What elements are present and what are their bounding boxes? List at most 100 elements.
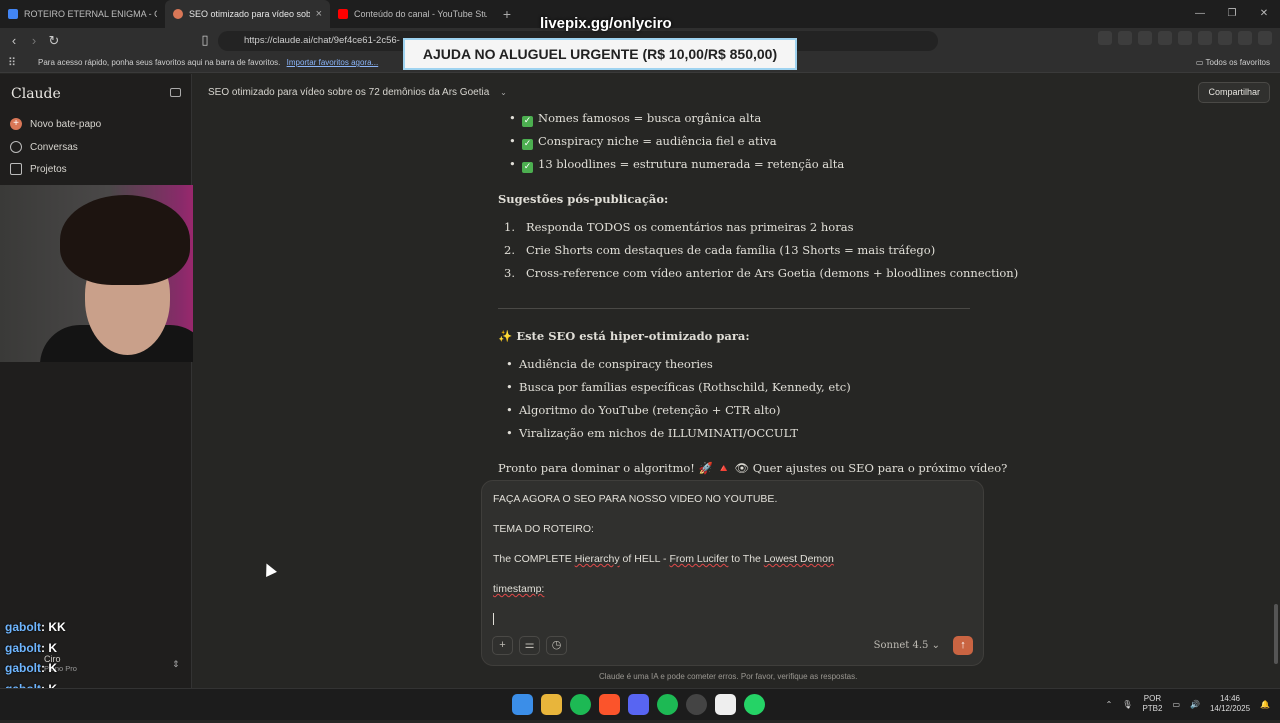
all-favorites-button[interactable]: ▭ Todos os favoritos xyxy=(1196,58,1270,67)
check-icon: ✓ xyxy=(522,116,533,127)
apps-icon[interactable]: ⠿ xyxy=(8,56,16,69)
obs-icon[interactable] xyxy=(686,694,707,715)
sidebar-item-label: Conversas xyxy=(30,141,78,153)
download-icon[interactable] xyxy=(1218,31,1232,45)
send-button[interactable]: ↑ xyxy=(953,636,973,655)
tab-title: SEO otimizado para vídeo sobre xyxy=(189,9,310,19)
import-favorites-link[interactable]: Importar favoritos agora... xyxy=(287,58,379,67)
tab-roteiro[interactable]: ROTEIRO ETERNAL ENIGMA - Google xyxy=(0,0,165,28)
extension-icon[interactable] xyxy=(1118,31,1132,45)
conversation-title[interactable]: SEO otimizado para vídeo sobre os 72 dem… xyxy=(208,87,507,98)
file-explorer-icon[interactable] xyxy=(541,694,562,715)
tab-title: Conteúdo do canal - YouTube Studio xyxy=(354,9,487,19)
bookmark-icon[interactable]: ▯ xyxy=(195,32,215,48)
extension-icon[interactable] xyxy=(1198,31,1212,45)
chevron-up-icon[interactable]: ⌃ xyxy=(1106,700,1113,709)
whatsapp-icon[interactable] xyxy=(744,694,765,715)
tools-button[interactable]: ⚌ xyxy=(519,636,540,655)
volume-icon[interactable]: 🔊 xyxy=(1190,700,1200,709)
folder-icon xyxy=(10,163,22,175)
chevron-down-icon: ⌄ xyxy=(500,88,507,97)
url-text: https://claude.ai/chat/9ef4ce61-2c56- xyxy=(244,35,400,46)
composer-text: The COMPLETE xyxy=(493,553,575,565)
composer-line: The COMPLETE Hierarchy of HELL - From Lu… xyxy=(493,553,834,565)
composer-line: TEMA DO ROTEIRO: xyxy=(493,523,594,535)
numbered-item: 2. Crie Shorts com destaques de cada fam… xyxy=(504,243,936,257)
tab-youtube-studio[interactable]: Conteúdo do canal - YouTube Studio xyxy=(330,0,495,28)
composer-line: FAÇA AGORA O SEO PARA NOSSO VIDEO NO YOU… xyxy=(493,493,778,505)
donation-goal-banner: AJUDA NO ALUGUEL URGENTE (R$ 10,00/R$ 85… xyxy=(403,38,797,70)
chat-text: : K xyxy=(41,640,57,655)
check-icon: ✓ xyxy=(522,162,533,173)
numbered-item: 3. Cross-reference com vídeo anterior de… xyxy=(504,266,1019,280)
restore-button[interactable]: ❐ xyxy=(1216,0,1248,28)
sidebar-item-projects[interactable]: Projetos xyxy=(10,163,67,175)
sidebar-item-conversations[interactable]: Conversas xyxy=(10,141,78,153)
close-window-button[interactable]: ✕ xyxy=(1248,0,1280,28)
window-controls: — ❐ ✕ xyxy=(1184,0,1280,28)
lang-code: POR xyxy=(1143,694,1162,703)
message-composer[interactable]: FAÇA AGORA O SEO PARA NOSSO VIDEO NO YOU… xyxy=(481,480,984,666)
extension-icon[interactable] xyxy=(1098,31,1112,45)
taskbar-apps xyxy=(512,694,765,715)
microphone-icon[interactable]: 🎙 xyxy=(1122,700,1132,709)
chat-message: gabolt: K xyxy=(5,641,66,662)
chat-text: : K xyxy=(41,661,57,675)
checklist-text: 13 bloodlines = estrutura numerada = ret… xyxy=(538,157,845,171)
checklist-item: ✓ Nomes famosos = busca orgânica alta xyxy=(509,111,761,127)
sidebar-item-new-chat[interactable]: + Novo bate-papo xyxy=(10,118,101,130)
numbered-item-text: Cross-reference com vídeo anterior de Ar… xyxy=(525,266,1019,280)
closing-message: Pronto para dominar o algoritmo! 🚀 🔺 👁 Q… xyxy=(498,461,1008,475)
spotify-icon[interactable] xyxy=(570,694,591,715)
sidebar-item-label: Projetos xyxy=(30,163,67,175)
sidebar-icon[interactable] xyxy=(1238,31,1252,45)
reload-icon[interactable]: ↻ xyxy=(44,33,64,49)
extension-icon[interactable] xyxy=(1158,31,1172,45)
claude-logo[interactable]: Claude xyxy=(11,86,61,102)
tab-seo-claude[interactable]: SEO otimizado para vídeo sobre × xyxy=(165,0,330,28)
notification-icon[interactable]: 🔔 xyxy=(1260,700,1270,709)
menu-icon[interactable] xyxy=(1258,31,1272,45)
chat-icon xyxy=(10,141,22,153)
history-button[interactable]: ◷ xyxy=(546,636,567,655)
webcam-hair xyxy=(60,195,190,285)
spotify-icon[interactable] xyxy=(657,694,678,715)
new-tab-button[interactable]: + xyxy=(495,6,519,22)
clock-date: 14/12/2025 xyxy=(1209,704,1251,713)
extension-icons xyxy=(1098,31,1272,45)
network-icon[interactable]: ▭ xyxy=(1172,700,1180,709)
minimize-button[interactable]: — xyxy=(1184,0,1216,28)
sidebar: Claude + Novo bate-papo Conversas Projet… xyxy=(0,74,192,688)
windows-start-icon[interactable] xyxy=(512,694,533,715)
scrollbar[interactable] xyxy=(1274,604,1278,664)
add-attachment-button[interactable]: + xyxy=(492,636,513,655)
share-button[interactable]: Compartilhar xyxy=(1198,82,1270,103)
language-indicator[interactable]: POR PTB2 xyxy=(1142,694,1162,714)
sidebar-item-label: Novo bate-papo xyxy=(30,118,102,130)
chat-message: gabolt: KK xyxy=(5,620,66,641)
all-favorites-label: Todos os favoritos xyxy=(1205,58,1270,67)
donation-url-overlay: livepix.gg/onlyciro xyxy=(540,15,672,32)
composer-text: to The xyxy=(728,553,764,565)
google-docs-icon xyxy=(8,9,18,19)
forward-icon[interactable]: › xyxy=(24,33,44,48)
brave-icon[interactable] xyxy=(599,694,620,715)
capcut-icon[interactable] xyxy=(715,694,736,715)
model-selector[interactable]: Sonnet 4.5 ⌄ xyxy=(874,640,940,651)
composer-text: of HELL - xyxy=(619,553,670,565)
extension-icon[interactable] xyxy=(1178,31,1192,45)
discord-icon[interactable] xyxy=(628,694,649,715)
sidebar-toggle-icon[interactable] xyxy=(170,88,181,97)
plus-icon: + xyxy=(10,118,22,130)
text-caret xyxy=(493,613,494,625)
extension-icon[interactable] xyxy=(1138,31,1152,45)
close-tab-icon[interactable]: × xyxy=(316,8,322,20)
post-publication-heading: Sugestões pós-publicação: xyxy=(498,192,669,206)
chevron-updown-icon[interactable]: ⇕ xyxy=(172,659,180,670)
check-icon: ✓ xyxy=(522,139,533,150)
chevron-down-icon: ⌄ xyxy=(931,640,940,651)
bookmarks-hint-text: Para acesso rápido, ponha seus favoritos… xyxy=(38,58,281,67)
lang-layout: PTB2 xyxy=(1142,704,1163,713)
clock[interactable]: 14:46 14/12/2025 xyxy=(1210,694,1250,714)
back-icon[interactable]: ‹ xyxy=(4,33,24,48)
